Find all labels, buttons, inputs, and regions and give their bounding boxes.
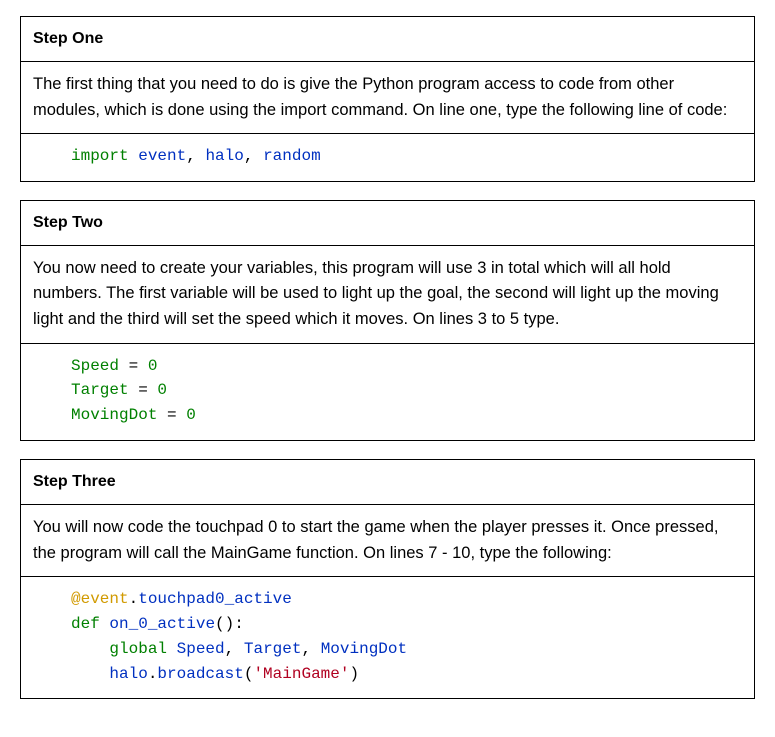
tutorial-page: Step One The first thing that you need t… xyxy=(0,0,775,737)
space xyxy=(167,640,177,658)
step-one-title-row: Step One xyxy=(20,16,755,62)
comma: , xyxy=(225,640,235,658)
eq: = xyxy=(119,357,148,375)
step-three-title-row: Step Three xyxy=(20,459,755,505)
indent xyxy=(71,640,109,658)
step-one-code: import event, halo, random xyxy=(20,134,755,182)
mod-halo: halo xyxy=(205,147,243,165)
dot: . xyxy=(148,665,158,683)
step-one-desc: The first thing that you need to do is g… xyxy=(20,62,755,134)
step-two-title-row: Step Two xyxy=(20,200,755,246)
space xyxy=(311,640,321,658)
eq: = xyxy=(157,406,186,424)
kw-global: global xyxy=(109,640,167,658)
step-three: Step Three You will now code the touchpa… xyxy=(20,459,755,699)
gvar-target: Target xyxy=(244,640,302,658)
parens-colon: (): xyxy=(215,615,244,633)
dot: . xyxy=(129,590,139,608)
paren-close: ) xyxy=(349,665,359,683)
comma: , xyxy=(301,640,311,658)
obj-halo: halo xyxy=(109,665,147,683)
kw-def: def xyxy=(71,615,100,633)
step-one-title: Step One xyxy=(33,30,103,47)
kw-import: import xyxy=(71,147,129,165)
indent xyxy=(71,665,109,683)
step-three-code: @event.touchpad0_active def on_0_active(… xyxy=(20,577,755,699)
var-movingdot: MovingDot xyxy=(71,406,157,424)
mod-random: random xyxy=(263,147,321,165)
space xyxy=(196,147,206,165)
num-zero: 0 xyxy=(186,406,196,424)
fn-on-0-active: on_0_active xyxy=(109,615,215,633)
decorator-event: @event xyxy=(71,590,129,608)
gvar-movingdot: MovingDot xyxy=(321,640,407,658)
space xyxy=(100,615,110,633)
step-one: Step One The first thing that you need t… xyxy=(20,16,755,182)
num-zero: 0 xyxy=(148,357,158,375)
var-target: Target xyxy=(71,381,129,399)
space xyxy=(253,147,263,165)
space xyxy=(234,640,244,658)
num-zero: 0 xyxy=(157,381,167,399)
mod-event: event xyxy=(138,147,186,165)
fn-broadcast: broadcast xyxy=(157,665,243,683)
eq: = xyxy=(129,381,158,399)
step-two-title: Step Two xyxy=(33,214,103,231)
step-three-desc: You will now code the touchpad 0 to star… xyxy=(20,505,755,577)
step-two-desc: You now need to create your variables, t… xyxy=(20,246,755,344)
var-speed: Speed xyxy=(71,357,119,375)
str-maingame: 'MainGame' xyxy=(253,665,349,683)
gvar-speed: Speed xyxy=(177,640,225,658)
space xyxy=(129,147,139,165)
paren-open: ( xyxy=(244,665,254,683)
attr-touchpad0-active: touchpad0_active xyxy=(138,590,292,608)
step-two-code: Speed = 0 Target = 0 MovingDot = 0 xyxy=(20,344,755,441)
step-two: Step Two You now need to create your var… xyxy=(20,200,755,441)
step-three-title: Step Three xyxy=(33,473,116,490)
comma: , xyxy=(186,147,196,165)
